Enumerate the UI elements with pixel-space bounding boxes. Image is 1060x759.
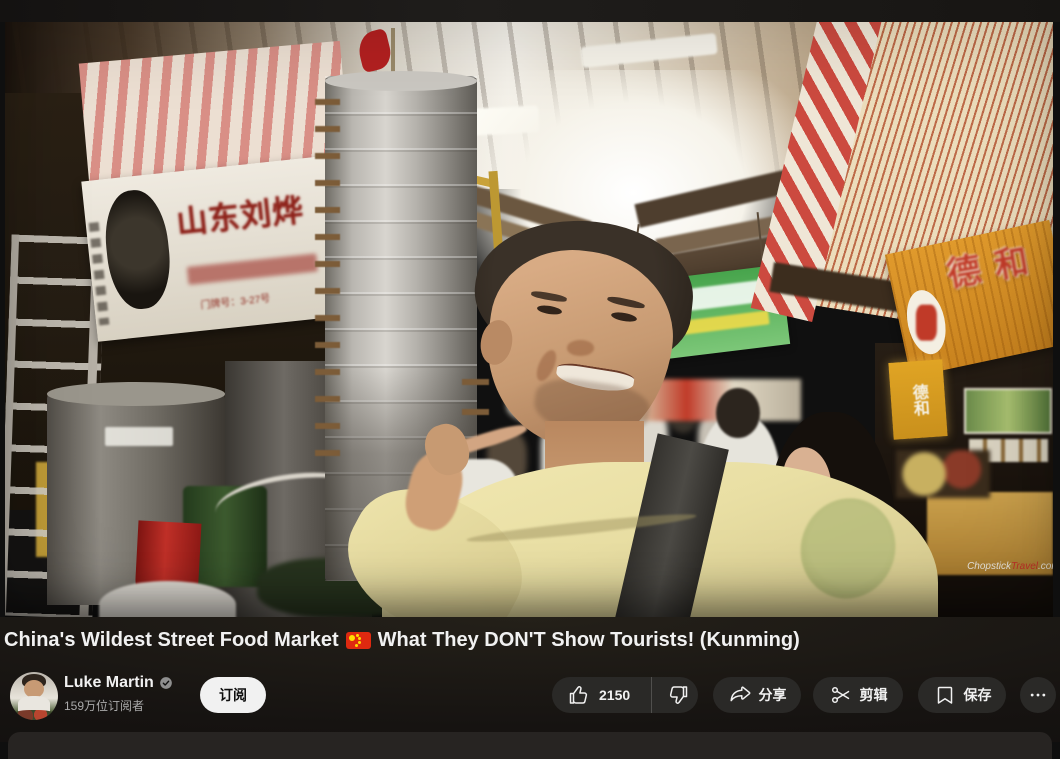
pill-divider — [651, 677, 652, 713]
clip-button[interactable]: 剪辑 — [813, 677, 903, 713]
like-count: 2150 — [599, 687, 630, 703]
ellipsis-icon — [1028, 685, 1048, 705]
page-top-bar — [0, 0, 1060, 22]
channel-name[interactable]: Luke Martin — [64, 674, 173, 692]
subscribe-label: 订阅 — [219, 685, 247, 705]
avatar-food — [12, 710, 56, 720]
scissors-icon — [829, 683, 853, 707]
save-button[interactable]: 保存 — [918, 677, 1006, 713]
channel-avatar[interactable] — [10, 672, 58, 720]
like-dislike-pill: 2150 — [552, 677, 698, 713]
subscriber-count: 159万位订阅者 — [64, 697, 144, 714]
more-actions-button[interactable] — [1020, 677, 1056, 713]
save-label: 保存 — [964, 685, 992, 705]
verified-badge-icon — [159, 676, 173, 690]
clip-label: 剪辑 — [860, 685, 888, 705]
video-title: China's Wildest Street Food Market What … — [4, 629, 1044, 652]
video-title-part2: What They DON'T Show Tourists! (Kunming) — [378, 629, 800, 652]
share-arrow-icon — [728, 683, 752, 707]
share-label: 分享 — [759, 685, 787, 705]
youtube-watch-page: { "colors": { "page_bg": "#0f0f0f", "pil… — [0, 0, 1060, 742]
china-flag-emoji — [346, 632, 371, 649]
share-button[interactable]: 分享 — [713, 677, 801, 713]
watch-info-section: China's Wildest Street Food Market What … — [0, 617, 1060, 742]
video-title-part1: China's Wildest Street Food Market — [4, 629, 339, 652]
bookmark-icon — [933, 683, 957, 707]
vignette-overlay — [5, 22, 1053, 617]
subscribe-button[interactable]: 订阅 — [200, 677, 266, 713]
channel-name-text: Luke Martin — [64, 674, 154, 692]
thumbs-down-icon — [666, 683, 690, 707]
thumbs-up-icon — [567, 683, 591, 707]
description-box[interactable] — [8, 732, 1052, 759]
video-player[interactable]: 山东刘烨 门牌号：3-27号 — [5, 22, 1053, 617]
like-button[interactable]: 2150 — [552, 677, 644, 713]
dislike-button[interactable] — [659, 677, 698, 713]
